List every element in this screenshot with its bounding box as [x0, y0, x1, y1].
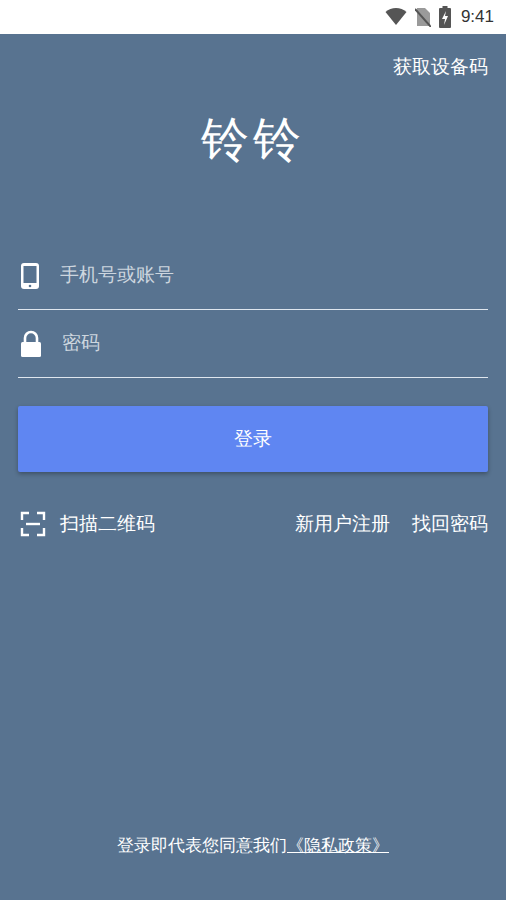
- login-screen: 9:41 获取设备码铃铃登录扫描二维码 新用户注册找回密码登录即代表您同意我们《隐私…: [0, 0, 506, 900]
- scan-icon[interactable]: [20, 511, 46, 537]
- password-input[interactable]: [62, 329, 488, 358]
- battery-icon: [439, 6, 451, 28]
- app-logo: 铃铃: [201, 110, 305, 170]
- no-sim-icon: [415, 7, 431, 27]
- input-field: [18, 310, 488, 378]
- login-form: [18, 242, 488, 378]
- status-time: 9:41: [461, 4, 494, 30]
- login-panel: 获取设备码铃铃登录扫描二维码 新用户注册找回密码登录即代表您同意我们《隐私政策》: [0, 34, 506, 900]
- register-link[interactable]: 新用户注册: [295, 510, 390, 539]
- login-button[interactable]: 登录: [18, 406, 488, 472]
- device-code-link[interactable]: 获取设备码: [393, 54, 488, 80]
- scan-link[interactable]: 扫描二维码: [18, 510, 155, 539]
- account-input[interactable]: [60, 261, 488, 290]
- forgot-password-link[interactable]: 找回密码: [412, 510, 488, 539]
- input-field: [18, 242, 488, 310]
- privacy-notice: 登录即代表您同意我们《隐私政策》: [18, 834, 488, 900]
- phone-icon: [20, 262, 40, 290]
- wifi-icon: [385, 8, 407, 26]
- status-bar: 9:41: [0, 0, 506, 34]
- privacy-policy-link[interactable]: 《隐私政策》: [287, 834, 389, 858]
- links-row: 扫描二维码 新用户注册找回密码: [18, 506, 488, 542]
- lock-icon: [20, 330, 42, 358]
